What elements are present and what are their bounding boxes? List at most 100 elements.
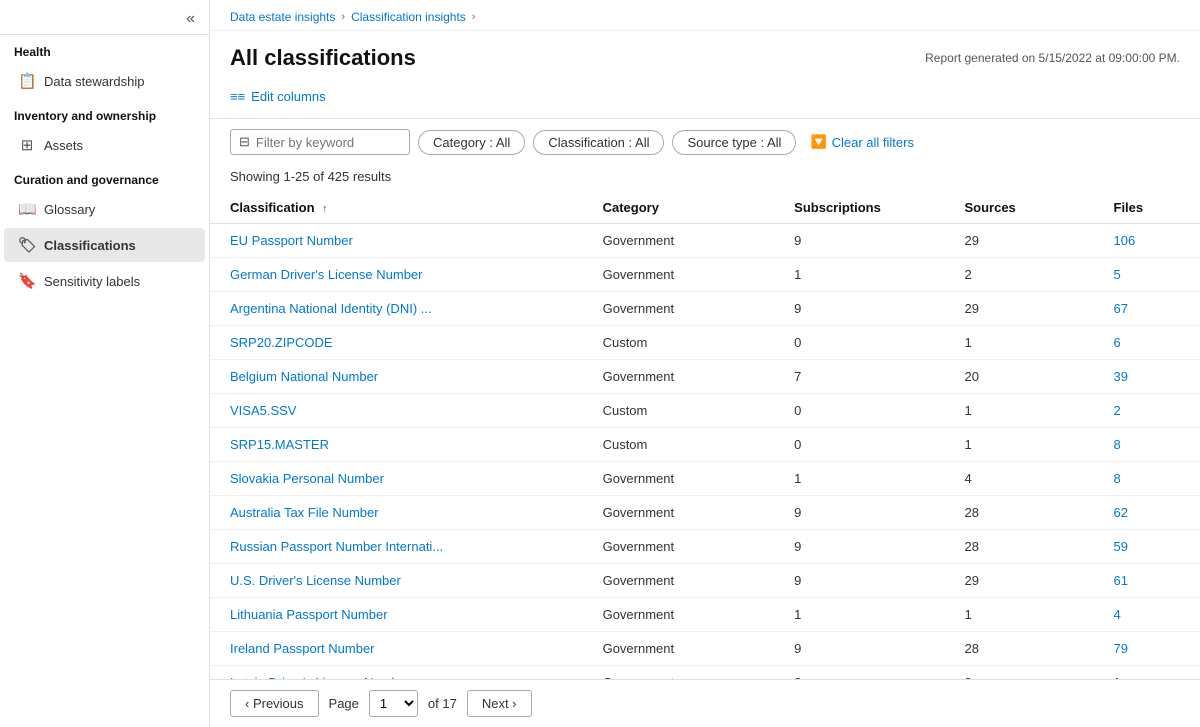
classification-cell[interactable]: Belgium National Number <box>210 360 583 394</box>
classification-cell[interactable]: EU Passport Number <box>210 224 583 258</box>
files-cell[interactable]: 2 <box>1094 394 1200 428</box>
sidebar-item-data-stewardship[interactable]: 📋 Data stewardship <box>4 64 205 98</box>
sources-cell: 28 <box>944 496 1093 530</box>
files-cell[interactable]: 5 <box>1094 258 1200 292</box>
table-row: EU Passport NumberGovernment929106 <box>210 224 1200 258</box>
files-cell[interactable]: 62 <box>1094 496 1200 530</box>
files-cell[interactable]: 4 <box>1094 598 1200 632</box>
classification-cell[interactable]: German Driver's License Number <box>210 258 583 292</box>
files-cell[interactable]: 8 <box>1094 428 1200 462</box>
sidebar-item-glossary[interactable]: 📖 Glossary <box>4 192 205 226</box>
category-cell: Government <box>583 530 775 564</box>
table-row: SRP20.ZIPCODECustom016 <box>210 326 1200 360</box>
subscriptions-cell: 9 <box>774 292 944 326</box>
table-body: EU Passport NumberGovernment929106German… <box>210 224 1200 680</box>
clear-filters-label: Clear all filters <box>832 135 914 150</box>
subscriptions-cell: 0 <box>774 394 944 428</box>
sidebar-collapse-button[interactable]: « <box>182 8 199 30</box>
page-of: of 17 <box>428 696 457 711</box>
previous-button[interactable]: ‹ Previous <box>230 690 319 717</box>
sidebar-item-assets[interactable]: ⊞ Assets <box>4 128 205 162</box>
table-row: VISA5.SSVCustom012 <box>210 394 1200 428</box>
classification-filter-button[interactable]: Classification : All <box>533 130 664 155</box>
files-cell[interactable]: 61 <box>1094 564 1200 598</box>
col-header-subscriptions: Subscriptions <box>774 192 944 224</box>
files-cell[interactable]: 67 <box>1094 292 1200 326</box>
breadcrumb-end-chevron: › <box>472 11 476 23</box>
classification-cell[interactable]: SRP20.ZIPCODE <box>210 326 583 360</box>
sources-cell: 20 <box>944 360 1093 394</box>
classification-cell[interactable]: Russian Passport Number Internati... <box>210 530 583 564</box>
next-button[interactable]: Next › <box>467 690 532 717</box>
page-title: All classifications <box>230 45 416 71</box>
source-type-filter-button[interactable]: Source type : All <box>672 130 796 155</box>
category-cell: Government <box>583 258 775 292</box>
table-row: Russian Passport Number Internati...Gove… <box>210 530 1200 564</box>
classification-cell[interactable]: SRP15.MASTER <box>210 428 583 462</box>
subscriptions-cell: 7 <box>774 360 944 394</box>
files-cell[interactable]: 59 <box>1094 530 1200 564</box>
sort-icon-classification[interactable]: ↑ <box>322 203 328 215</box>
assets-icon: ⊞ <box>18 136 36 154</box>
category-filter-label: Category : All <box>433 135 510 150</box>
category-cell: Government <box>583 496 775 530</box>
category-cell: Government <box>583 224 775 258</box>
filter-keyword-icon: ⊟ <box>239 134 250 150</box>
edit-columns-row: ≡≡ Edit columns <box>210 81 1200 119</box>
classification-cell[interactable]: U.S. Driver's License Number <box>210 564 583 598</box>
classification-cell[interactable]: Lithuania Passport Number <box>210 598 583 632</box>
sidebar-item-sensitivity-labels[interactable]: 🔖 Sensitivity labels <box>4 264 205 298</box>
category-cell: Government <box>583 360 775 394</box>
sources-cell: 3 <box>944 666 1093 680</box>
col-header-classification-label: Classification <box>230 200 315 215</box>
table-row: Lithuania Passport NumberGovernment114 <box>210 598 1200 632</box>
files-cell[interactable]: 6 <box>1094 326 1200 360</box>
keyword-filter-input[interactable] <box>256 135 396 150</box>
sidebar-item-label: Sensitivity labels <box>44 274 140 289</box>
page-select[interactable]: 1 2 3 17 <box>369 690 418 717</box>
classification-cell[interactable]: Argentina National Identity (DNI) ... <box>210 292 583 326</box>
classification-cell[interactable]: VISA5.SSV <box>210 394 583 428</box>
sidebar-item-classifications[interactable]: 🏷 Classifications <box>4 228 205 262</box>
col-header-sources: Sources <box>944 192 1093 224</box>
classification-cell[interactable]: Latvia Driver's License Number <box>210 666 583 680</box>
col-header-category-label: Category <box>603 200 659 215</box>
content-area: All classifications Report generated on … <box>210 31 1200 727</box>
breadcrumb-data-estate[interactable]: Data estate insights <box>230 10 335 24</box>
files-cell[interactable]: 79 <box>1094 632 1200 666</box>
classification-cell[interactable]: Australia Tax File Number <box>210 496 583 530</box>
clear-all-filters-button[interactable]: 🔽 Clear all filters <box>804 130 920 154</box>
subscriptions-cell: 9 <box>774 496 944 530</box>
filters-row: ⊟ Category : All Classification : All So… <box>210 119 1200 165</box>
edit-columns-button[interactable]: ≡≡ Edit columns <box>230 85 326 108</box>
subscriptions-cell: 1 <box>774 462 944 496</box>
files-cell[interactable]: 39 <box>1094 360 1200 394</box>
data-stewardship-icon: 📋 <box>18 72 36 90</box>
next-label: Next › <box>482 696 517 711</box>
classification-cell[interactable]: Slovakia Personal Number <box>210 462 583 496</box>
sources-cell: 29 <box>944 564 1093 598</box>
sources-cell: 28 <box>944 632 1093 666</box>
table-row: Australia Tax File NumberGovernment92862 <box>210 496 1200 530</box>
category-filter-button[interactable]: Category : All <box>418 130 525 155</box>
subscriptions-cell: 9 <box>774 564 944 598</box>
edit-columns-icon: ≡≡ <box>230 89 245 104</box>
table-row: SRP15.MASTERCustom018 <box>210 428 1200 462</box>
classification-filter-label: Classification : All <box>548 135 649 150</box>
category-cell: Custom <box>583 394 775 428</box>
files-cell[interactable]: 106 <box>1094 224 1200 258</box>
classification-cell[interactable]: Ireland Passport Number <box>210 632 583 666</box>
sources-cell: 1 <box>944 394 1093 428</box>
sources-cell: 28 <box>944 530 1093 564</box>
table-row: Slovakia Personal NumberGovernment148 <box>210 462 1200 496</box>
category-cell: Government <box>583 462 775 496</box>
sidebar-item-label: Assets <box>44 138 83 153</box>
subscriptions-cell: 0 <box>774 428 944 462</box>
sources-cell: 29 <box>944 292 1093 326</box>
sources-cell: 1 <box>944 428 1093 462</box>
sidebar-collapse-area: « <box>0 0 209 35</box>
breadcrumb-classification-insights[interactable]: Classification insights <box>351 10 466 24</box>
table-area[interactable]: Classification ↑ Category Subscriptions … <box>210 192 1200 679</box>
col-header-files-label: Files <box>1114 200 1144 215</box>
files-cell[interactable]: 8 <box>1094 462 1200 496</box>
